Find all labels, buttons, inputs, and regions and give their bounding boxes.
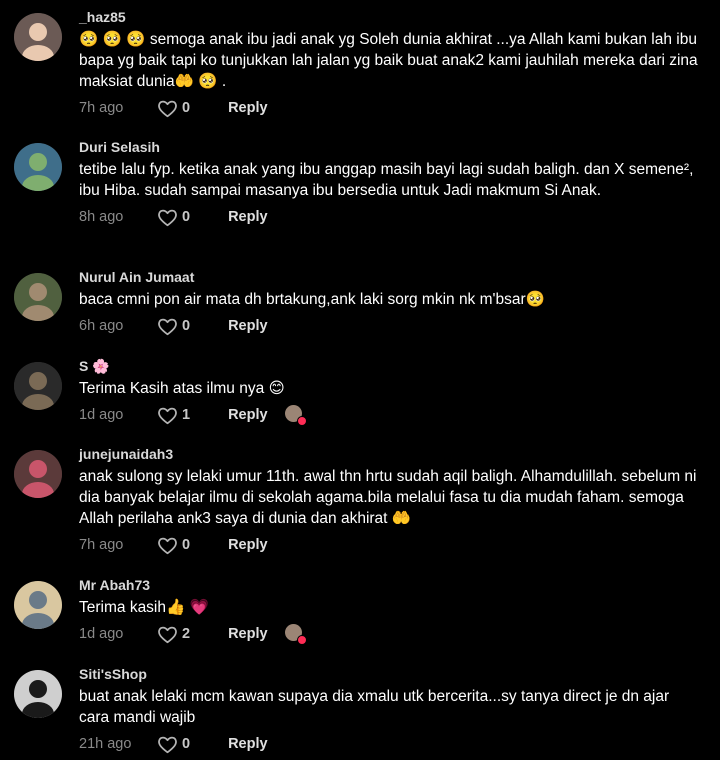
heart-outline-icon [158,318,177,335]
comment-meta: 21h ago 0 Reply [79,733,700,755]
reply-button[interactable]: Reply [228,736,268,752]
comment-username[interactable]: _haz85 [79,8,700,26]
heart-outline-icon [158,209,177,226]
avatar[interactable] [14,362,62,410]
comment-meta: 7h ago 0 Reply [79,97,700,119]
comment-text: anak sulong sy lelaki umur 11th. awal th… [79,468,697,527]
comment-username[interactable]: S 🌸 [79,357,700,375]
comment-username[interactable]: Siti'sShop [79,665,700,683]
heart-outline-icon [158,407,177,424]
creator-liked-badge-icon [284,405,307,426]
comment-text: Terima kasih👍 💗 [79,599,209,616]
heart-outline-icon [158,537,177,554]
comment-timestamp: 1d ago [79,626,124,642]
avatar[interactable] [14,670,62,718]
reply-button[interactable]: Reply [228,209,268,225]
like-button[interactable]: 0 [157,208,190,227]
comment-timestamp: 6h ago [79,318,124,334]
heart-outline-icon [158,100,177,117]
comment-meta: 8h ago 0 Reply [79,206,700,228]
like-count: 0 [182,209,191,225]
comment-text: buat anak lelaki mcm kawan supaya dia xm… [79,688,670,726]
comment-list: _haz85 🥺 🥺 🥺 semoga anak ibu jadi anak y… [0,0,720,760]
reply-button[interactable]: Reply [228,407,268,423]
avatar[interactable] [14,143,62,191]
comment-meta: 1d ago 2 Reply [79,623,700,645]
reply-button[interactable]: Reply [228,100,268,116]
comment-text: Terima Kasih atas ilmu nya 😊 [79,380,285,397]
comment-text: 🥺 🥺 🥺 semoga anak ibu jadi anak yg Soleh… [79,31,698,90]
avatar[interactable] [14,13,62,61]
like-button[interactable]: 0 [157,735,190,754]
reply-button[interactable]: Reply [228,537,268,553]
creator-liked-badge-icon [284,624,307,645]
comment-username[interactable]: Mr Abah73 [79,576,700,594]
comment-meta: 6h ago 0 Reply [79,315,700,337]
comment-meta: 7h ago 0 Reply [79,534,700,556]
comment-timestamp: 21h ago [79,736,132,752]
avatar[interactable] [14,273,62,321]
like-count: 1 [182,407,191,423]
comment-meta: 1d ago 1 Reply [79,404,700,426]
like-button[interactable]: 2 [157,625,190,644]
reply-button[interactable]: Reply [228,626,268,642]
comment-timestamp: 7h ago [79,537,124,553]
avatar[interactable] [14,450,62,498]
heart-outline-icon [158,626,177,643]
comment-timestamp: 7h ago [79,100,124,116]
like-count: 0 [182,100,191,116]
comment-text: baca cmni pon air mata dh brtakung,ank l… [79,291,545,308]
comment-username[interactable]: junejunaidah3 [79,445,700,463]
like-count: 0 [182,318,191,334]
like-count: 0 [182,736,191,752]
like-count: 2 [182,626,191,642]
like-button[interactable]: 0 [157,317,190,336]
comment-text: tetibe lalu fyp. ketika anak yang ibu an… [79,161,694,199]
like-button[interactable]: 1 [157,406,190,425]
heart-outline-icon [158,736,177,753]
reply-button[interactable]: Reply [228,318,268,334]
like-count: 0 [182,537,191,553]
comment-username[interactable]: Nurul Ain Jumaat [79,268,700,286]
comment-username[interactable]: Duri Selasih [79,138,700,156]
avatar[interactable] [14,581,62,629]
like-button[interactable]: 0 [157,99,190,118]
comment-timestamp: 8h ago [79,209,124,225]
like-button[interactable]: 0 [157,536,190,555]
comment-timestamp: 1d ago [79,407,124,423]
